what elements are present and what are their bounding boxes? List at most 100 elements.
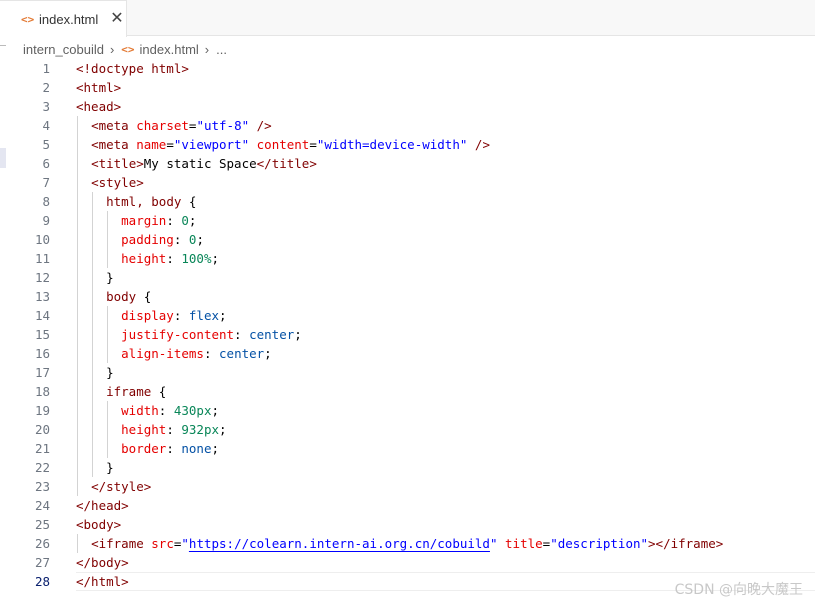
code-text: <iframe src="https://colearn.intern-ai.o… xyxy=(76,534,723,553)
code-token: ; xyxy=(188,213,197,228)
code-token: : xyxy=(166,251,182,266)
code-token: <body> xyxy=(76,517,122,532)
code-token: 100% xyxy=(181,251,212,266)
activity-bar-edge xyxy=(0,45,6,49)
code-token: = xyxy=(309,137,317,152)
code-text: border: none; xyxy=(76,439,219,458)
code-line[interactable]: 16 align-items: center; xyxy=(0,344,815,363)
code-text: width: 430px; xyxy=(76,401,219,420)
code-token: ; xyxy=(211,441,220,456)
code-text: <meta name="viewport" content="width=dev… xyxy=(76,135,490,154)
code-token: html, body xyxy=(106,194,189,209)
breadcrumb-file[interactable]: index.html xyxy=(140,42,199,57)
code-token: iframe xyxy=(106,384,159,399)
line-number: 11 xyxy=(34,251,50,266)
code-token: <meta xyxy=(91,118,137,133)
code-line[interactable]: 25 <body> xyxy=(0,515,815,534)
code-text: justify-content: center; xyxy=(76,325,302,344)
code-line[interactable]: 2 <html> xyxy=(0,78,815,97)
code-line[interactable]: 3 <head> xyxy=(0,97,815,116)
code-line[interactable]: 7 <style> xyxy=(0,173,815,192)
editor-tab-bar: <> index.html ✕ xyxy=(0,0,815,37)
tab-index-html[interactable]: <> index.html ✕ xyxy=(0,0,127,37)
url-link[interactable]: https://colearn.intern-ai.org.cn/cobuild xyxy=(189,536,490,551)
code-line[interactable]: 27 </body> xyxy=(0,553,815,572)
code-line[interactable]: 5 <meta name="viewport" content="width=d… xyxy=(0,135,815,154)
code-line[interactable]: 19 width: 430px; xyxy=(0,401,815,420)
code-token: 430px xyxy=(173,403,212,418)
code-line[interactable]: 9 margin: 0; xyxy=(0,211,815,230)
code-token: { xyxy=(188,194,197,209)
code-line[interactable]: 22 } xyxy=(0,458,815,477)
code-text: } xyxy=(76,268,114,287)
code-token: "width=device-width" xyxy=(316,137,468,152)
code-text: height: 100%; xyxy=(76,249,219,268)
code-line[interactable]: 12 } xyxy=(0,268,815,287)
line-number: 3 xyxy=(42,99,50,114)
html-file-icon: <> xyxy=(121,42,135,56)
close-icon[interactable]: ✕ xyxy=(110,11,123,27)
code-text: </html> xyxy=(76,572,129,591)
code-line[interactable]: 15 justify-content: center; xyxy=(0,325,815,344)
code-line[interactable]: 1 <!doctype html> xyxy=(0,59,815,78)
code-text: <html> xyxy=(76,78,121,97)
code-token: </title> xyxy=(256,156,317,171)
code-token: justify-content xyxy=(121,327,235,342)
code-line[interactable]: 14 display: flex; xyxy=(0,306,815,325)
code-token: width xyxy=(121,403,159,418)
code-line[interactable]: 8 html, body { xyxy=(0,192,815,211)
code-token: : xyxy=(173,308,189,323)
code-token: /> xyxy=(249,118,272,133)
code-line[interactable]: 18 iframe { xyxy=(0,382,815,401)
line-number: 5 xyxy=(42,137,50,152)
code-line[interactable]: 17 } xyxy=(0,363,815,382)
code-line[interactable]: 23 </style> xyxy=(0,477,815,496)
code-editor[interactable]: 1 <!doctype html> 2 <html> 3 <head> 4 <meta ch… xyxy=(0,59,815,591)
line-number: 13 xyxy=(34,289,50,304)
line-number: 8 xyxy=(42,194,50,209)
breadcrumb-symbol[interactable]: ... xyxy=(216,42,227,57)
code-token: 0 xyxy=(181,213,189,228)
line-number: 18 xyxy=(34,384,50,399)
code-line[interactable]: 10 padding: 0; xyxy=(0,230,815,249)
code-token: none xyxy=(181,441,212,456)
code-token: </head> xyxy=(76,498,129,513)
code-line[interactable]: 4 <meta charset="utf-8" /> xyxy=(0,116,815,135)
code-token: align-items xyxy=(121,346,204,361)
code-token: ; xyxy=(219,308,227,323)
line-number: 12 xyxy=(34,270,50,285)
code-token: = xyxy=(166,137,174,152)
code-token: : xyxy=(234,327,250,342)
line-number: 26 xyxy=(34,536,50,551)
code-line[interactable]: 6 <title>My static Space</title> xyxy=(0,154,815,173)
line-number: 17 xyxy=(34,365,50,380)
line-number: 23 xyxy=(34,479,50,494)
code-token: content xyxy=(256,137,310,152)
code-token: "utf-8" xyxy=(196,118,250,133)
code-token: } xyxy=(106,270,114,285)
code-line[interactable]: 21 border: none; xyxy=(0,439,815,458)
code-line[interactable]: 11 height: 100%; xyxy=(0,249,815,268)
code-text: <head> xyxy=(76,97,121,116)
code-line[interactable]: 20 height: 932px; xyxy=(0,420,815,439)
code-token: <meta xyxy=(91,137,137,152)
breadcrumb-folder[interactable]: intern_cobuild xyxy=(23,42,104,57)
code-token: : xyxy=(166,422,182,437)
watermark: CSDN @向晚大魔王 xyxy=(674,582,803,598)
code-text: <meta charset="utf-8" /> xyxy=(76,116,272,135)
code-text: </head> xyxy=(76,496,129,515)
code-line[interactable]: 24 </head> xyxy=(0,496,815,515)
line-number: 2 xyxy=(42,80,50,95)
code-token: /> xyxy=(467,137,490,152)
code-line[interactable]: 26 <iframe src="https://colearn.intern-a… xyxy=(0,534,815,553)
code-line[interactable]: 13 body { xyxy=(0,287,815,306)
